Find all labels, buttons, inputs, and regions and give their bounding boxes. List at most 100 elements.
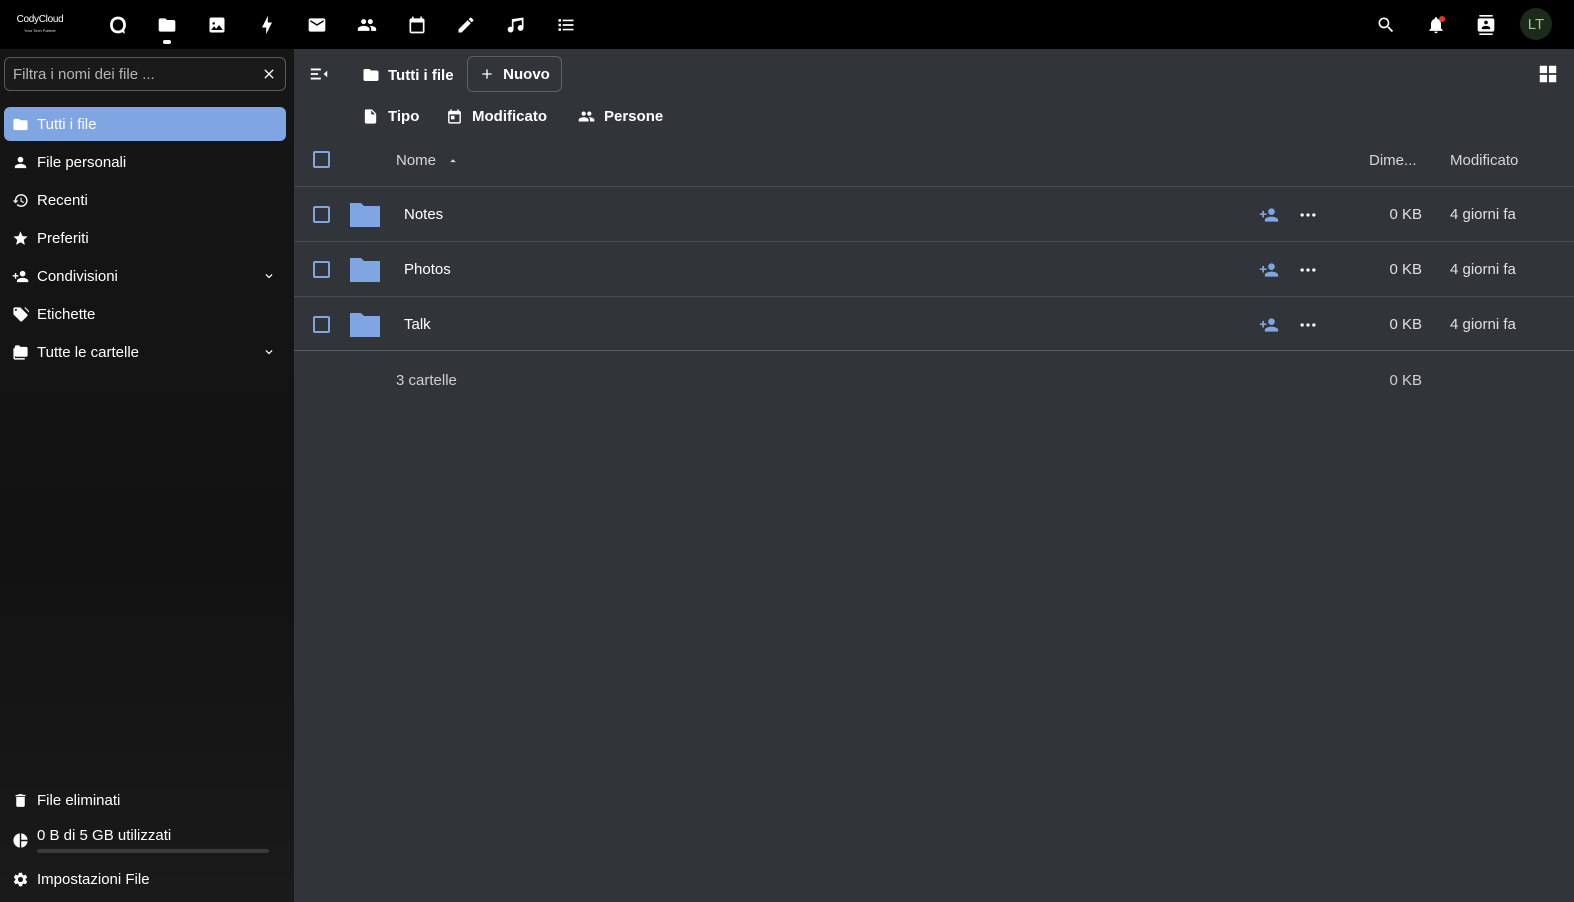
sort-ascending-icon — [450, 158, 456, 162]
calendar-icon[interactable] — [402, 10, 432, 40]
new-button-label: Nuovo — [503, 65, 550, 83]
people-icon — [578, 111, 595, 121]
sidebar-item-recent[interactable]: Recenti — [4, 183, 286, 217]
storage-quota[interactable]: 0 B di 5 GB utilizzati — [4, 822, 286, 860]
sidebar-item-label: Tutti i file — [37, 115, 97, 133]
activity-icon[interactable] — [252, 10, 282, 40]
filter-input[interactable] — [5, 58, 255, 90]
contacts-icon[interactable] — [352, 10, 382, 40]
chevron-down-icon[interactable] — [262, 345, 276, 359]
filter-type-button[interactable]: Tipo — [362, 105, 419, 127]
folder-icon — [4, 116, 34, 133]
sidebar-item-tags[interactable]: Etichette — [4, 297, 286, 331]
table-row[interactable]: Notes 0 KB 4 giorni fa — [294, 186, 1574, 241]
sidebar-item-label: Impostazioni File — [37, 870, 150, 888]
sidebar-item-all-folders[interactable]: Tutte le cartelle — [4, 335, 286, 369]
trash-icon — [4, 792, 34, 809]
filter-people-label: Persone — [604, 107, 664, 125]
gear-icon — [4, 871, 34, 888]
sidebar-item-personal-files[interactable]: File personali — [4, 145, 286, 179]
tag-icon — [4, 306, 34, 323]
sidebar-item-label: File eliminati — [37, 791, 121, 809]
star-icon — [4, 230, 34, 247]
active-app-indicator — [163, 40, 171, 44]
sidebar-item-label: Etichette — [37, 305, 96, 323]
sidebar-item-label: Tutte le cartelle — [37, 343, 139, 361]
mail-icon[interactable] — [302, 10, 332, 40]
row-checkbox[interactable] — [313, 261, 330, 278]
folder-icon — [350, 203, 380, 227]
more-actions-icon[interactable] — [1298, 205, 1318, 225]
more-actions-icon[interactable] — [1298, 260, 1318, 280]
column-header-name[interactable]: Nome — [396, 152, 460, 169]
logo-name: CodyCloud — [16, 14, 64, 25]
grid-view-icon[interactable] — [1537, 63, 1559, 85]
file-size: 0 KB — [1389, 206, 1422, 223]
file-name[interactable]: Photos — [404, 261, 451, 278]
search-icon[interactable] — [1371, 10, 1401, 40]
sidebar-item-label: Recenti — [37, 191, 88, 209]
column-name-label: Nome — [396, 152, 437, 169]
filter-modified-label: Modificato — [472, 107, 547, 125]
filter-box — [4, 57, 286, 91]
more-actions-icon[interactable] — [1298, 315, 1318, 335]
share-icon[interactable] — [1259, 205, 1279, 225]
file-list-panel: Tutti i file Nuovo Tipo Modificato Perso… — [294, 49, 1574, 902]
close-icon[interactable] — [261, 66, 277, 82]
sidebar-toggle-icon[interactable] — [308, 63, 330, 85]
contacts-menu-icon[interactable] — [1471, 10, 1501, 40]
breadcrumb[interactable]: Tutti i file — [362, 63, 454, 87]
pencil-icon[interactable] — [451, 10, 481, 40]
select-all-checkbox[interactable] — [313, 151, 330, 168]
file-name[interactable]: Notes — [404, 206, 443, 223]
logo[interactable]: CodyCloud Your Tech Partner — [10, 8, 70, 40]
folder-multiple-icon — [4, 344, 34, 361]
column-header-modified[interactable]: Modificato — [1450, 152, 1518, 169]
row-checkbox[interactable] — [313, 206, 330, 223]
tasks-icon[interactable] — [551, 10, 581, 40]
quota-progress-bar — [37, 849, 269, 853]
sidebar-item-settings[interactable]: Impostazioni File — [4, 862, 286, 896]
sidebar-item-all-files[interactable]: Tutti i file — [4, 107, 286, 141]
sidebar: Tutti i file File personali Recenti Pref… — [0, 49, 294, 902]
music-icon[interactable] — [501, 10, 531, 40]
new-button[interactable]: Nuovo — [467, 56, 562, 92]
file-modified: 4 giorni fa — [1450, 206, 1516, 223]
avatar[interactable]: LT — [1520, 8, 1552, 40]
chevron-down-icon[interactable] — [262, 269, 276, 283]
calendar-icon — [448, 108, 461, 124]
sidebar-item-label: Condivisioni — [37, 267, 118, 285]
file-modified: 4 giorni fa — [1450, 316, 1516, 333]
filter-type-label: Tipo — [388, 107, 420, 125]
column-header-size[interactable]: Dime... — [1369, 152, 1417, 169]
dashboard-icon[interactable] — [103, 10, 133, 40]
file-modified: 4 giorni fa — [1450, 261, 1516, 278]
sidebar-item-shares[interactable]: Condivisioni — [4, 259, 286, 293]
history-icon — [4, 192, 34, 209]
table-row[interactable]: Talk 0 KB 4 giorni fa — [294, 296, 1574, 351]
sidebar-item-trash[interactable]: File eliminati — [4, 783, 286, 817]
summary-size: 0 KB — [1389, 372, 1422, 389]
sidebar-item-label: Preferiti — [37, 229, 89, 247]
sidebar-item-favorites[interactable]: Preferiti — [4, 221, 286, 255]
folder-icon — [363, 69, 379, 81]
plus-icon — [482, 69, 492, 79]
notifications-icon[interactable] — [1421, 10, 1451, 40]
person-icon — [4, 154, 34, 171]
files-icon[interactable] — [152, 10, 182, 44]
notification-badge — [1439, 16, 1445, 22]
photos-icon[interactable] — [202, 10, 232, 40]
sidebar-item-label: File personali — [37, 153, 127, 171]
share-icon — [4, 268, 34, 285]
quota-label: 0 B di 5 GB utilizzati — [37, 827, 172, 844]
logo-tagline: Your Tech Partner — [24, 28, 56, 33]
filter-people-button[interactable]: Persone — [578, 105, 663, 127]
row-checkbox[interactable] — [313, 316, 330, 333]
folder-icon — [350, 258, 380, 282]
file-name[interactable]: Talk — [404, 316, 431, 333]
filter-modified-button[interactable]: Modificato — [446, 105, 547, 127]
share-icon[interactable] — [1259, 315, 1279, 335]
share-icon[interactable] — [1259, 260, 1279, 280]
summary-count: 3 cartelle — [396, 372, 457, 389]
table-row[interactable]: Photos 0 KB 4 giorni fa — [294, 241, 1574, 296]
